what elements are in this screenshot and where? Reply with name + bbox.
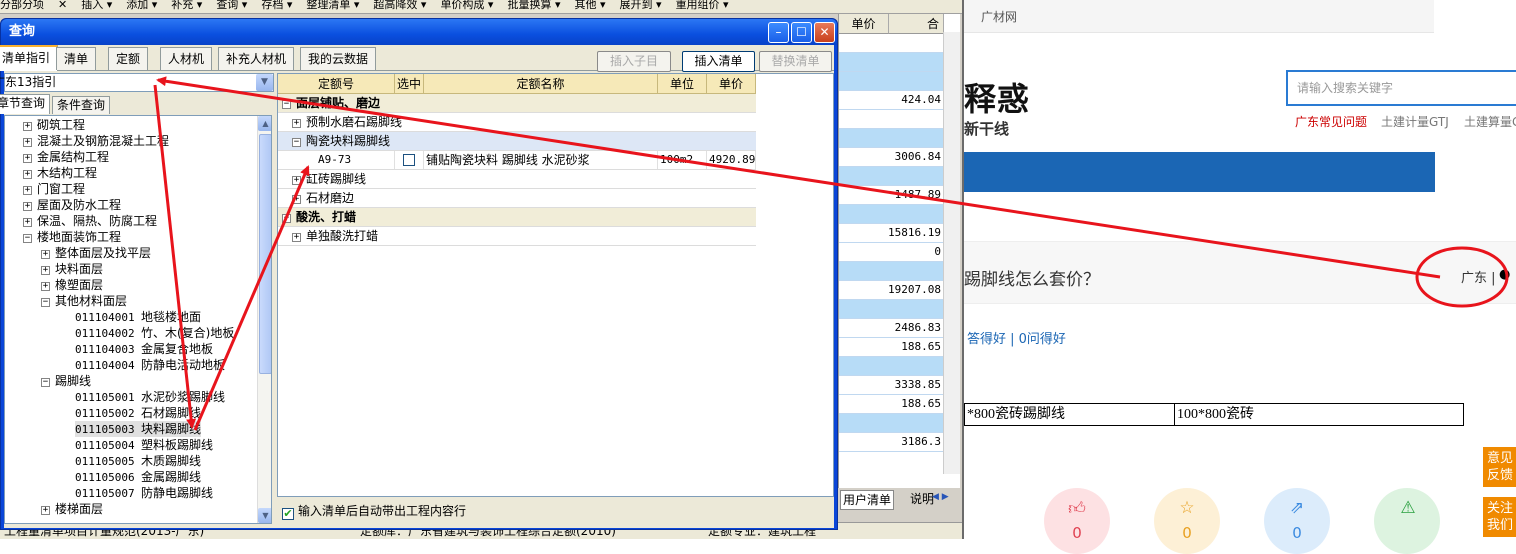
annotation-overlay [153,76,1509,431]
annotation-arrow-to-tree-item [153,84,197,429]
annotation-arrow-to-quota-row [193,165,310,431]
annotation-arrow-to-library [156,76,1441,279]
